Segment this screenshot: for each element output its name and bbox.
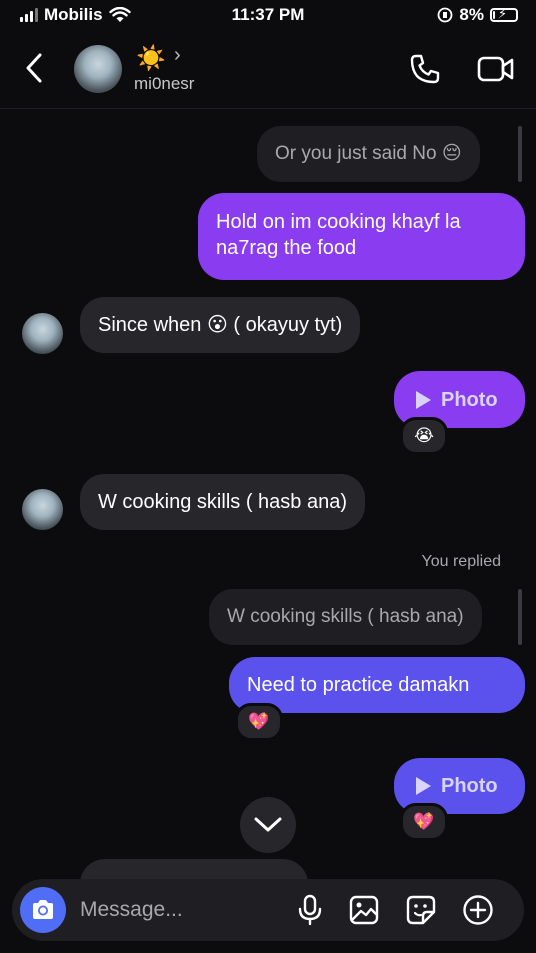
photo-label: Photo [441, 775, 498, 797]
reaction-badge[interactable]: 💖 [400, 803, 448, 841]
battery-icon: ⚡ [490, 6, 518, 22]
orientation-lock-icon [438, 7, 453, 23]
received-message[interactable]: W cooking skills ( hasb ana) [80, 474, 365, 530]
chevron-down-icon [254, 817, 282, 832]
microphone-icon[interactable] [294, 894, 326, 926]
video-camera-icon[interactable] [476, 52, 516, 86]
contact-avatar[interactable] [74, 45, 122, 93]
image-icon[interactable] [348, 894, 380, 926]
camera-button[interactable] [20, 887, 66, 933]
scroll-down-button[interactable] [240, 797, 296, 853]
plus-circle-icon[interactable] [462, 894, 494, 926]
phone-icon[interactable] [408, 52, 442, 86]
camera-icon [33, 900, 53, 919]
message-composer [12, 879, 524, 941]
reply-indicator-bar [518, 126, 522, 182]
replied-message[interactable]: Or you just said No 😔 [257, 126, 480, 182]
battery-percent: 8% [459, 5, 484, 24]
status-bar: Mobilis 11:37 PM 8% ⚡ [0, 0, 536, 30]
chevron-right-icon[interactable]: › [174, 44, 181, 67]
play-icon [416, 777, 431, 795]
reaction-badge[interactable]: 💖 [235, 703, 283, 741]
sticker-icon[interactable] [405, 894, 437, 926]
status-emoji: ☀️ [136, 45, 166, 72]
back-button[interactable] [20, 50, 50, 86]
play-icon [416, 390, 431, 409]
you-replied-label: You replied [421, 553, 501, 570]
sent-message[interactable]: Hold on im cooking khayf la na7rag the f… [198, 193, 525, 280]
status-right: 8% ⚡ [437, 5, 518, 25]
sender-avatar[interactable] [22, 489, 63, 530]
photo-label: Photo [441, 388, 498, 411]
replied-message[interactable]: W cooking skills ( hasb ana) [209, 589, 482, 645]
message-input[interactable] [80, 897, 280, 923]
chat-header: ☀️ › mi0nesr [0, 30, 536, 109]
contact-name[interactable]: mi0nesr [134, 74, 194, 94]
reaction-badge[interactable]: 😭 [400, 417, 448, 455]
received-message[interactable]: Since when 😮 ( okayuy tyt) [80, 297, 361, 353]
reply-indicator-bar [518, 589, 522, 645]
battery-fill [493, 11, 495, 19]
sender-avatar[interactable] [22, 313, 63, 354]
